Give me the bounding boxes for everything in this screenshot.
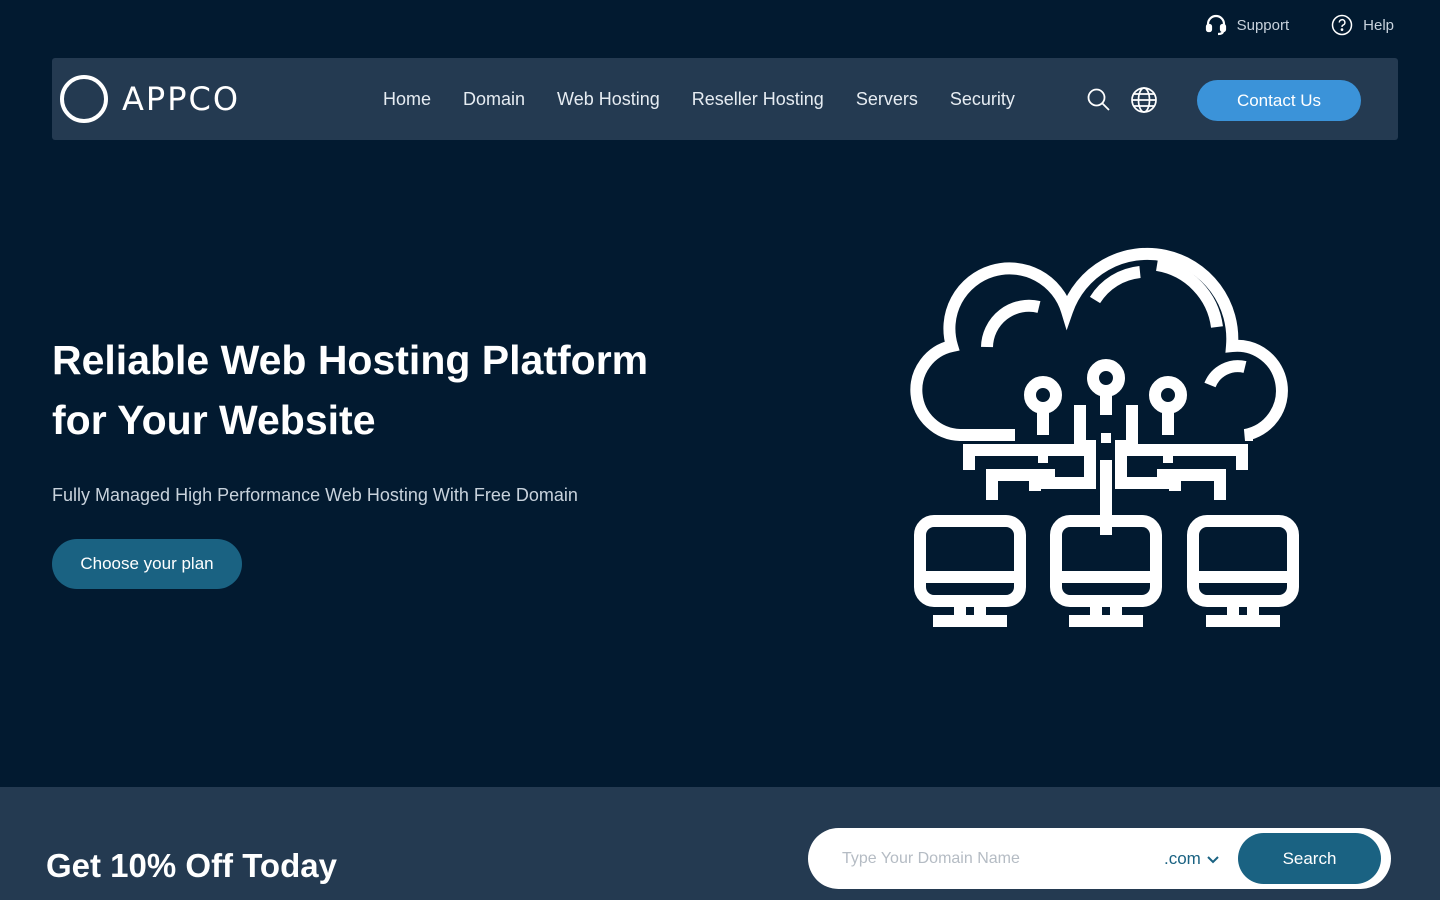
search-icon[interactable] — [1086, 87, 1112, 118]
hero-subtitle: Fully Managed High Performance Web Hosti… — [52, 485, 578, 505]
promo-title: Get 10% Off Today — [46, 847, 337, 884]
choose-plan-button[interactable]: Choose your plan — [52, 539, 242, 589]
question-circle-icon — [1331, 14, 1353, 36]
chevron-down-icon — [1207, 849, 1219, 869]
utility-bar: Support Help — [1205, 14, 1394, 36]
hero-title: Reliable Web Hosting Platform for Your W… — [52, 330, 752, 450]
tld-select[interactable]: .com — [1164, 849, 1219, 869]
logo-ring-icon — [60, 75, 108, 123]
nav-item-home[interactable]: Home — [383, 89, 431, 110]
help-label: Help — [1363, 16, 1394, 34]
nav-item-web-hosting[interactable]: Web Hosting — [557, 89, 660, 110]
domain-search-button[interactable]: Search — [1238, 833, 1381, 884]
logo[interactable]: APPCO — [60, 75, 240, 123]
support-label: Support — [1236, 16, 1290, 34]
hero-title-line-1: Reliable Web Hosting Platform — [52, 337, 649, 383]
hero-title-line-2: for Your Website — [52, 397, 376, 443]
nav-item-domain[interactable]: Domain — [463, 89, 525, 110]
nav-item-reseller-hosting[interactable]: Reseller Hosting — [692, 89, 824, 110]
help-link[interactable]: Help — [1331, 14, 1394, 36]
domain-search-input[interactable] — [842, 843, 1160, 874]
globe-icon[interactable] — [1130, 86, 1158, 119]
contact-us-button[interactable]: Contact Us — [1197, 80, 1361, 121]
tld-selected-value: .com — [1164, 848, 1201, 868]
domain-search-box: .com Search — [808, 828, 1391, 889]
nav-links: Home Domain Web Hosting Reseller Hosting… — [383, 58, 1015, 140]
nav-item-security[interactable]: Security — [950, 89, 1015, 110]
nav-icons — [1086, 86, 1158, 119]
cloud-network-icon — [905, 235, 1305, 640]
logo-text: APPCO — [122, 80, 241, 118]
main-navbar: APPCO Home Domain Web Hosting Reseller H… — [52, 58, 1398, 140]
promo-section: Get 10% Off Today .com Search — [0, 787, 1440, 900]
nav-item-servers[interactable]: Servers — [856, 89, 918, 110]
support-link[interactable]: Support — [1205, 14, 1290, 36]
headset-icon — [1205, 14, 1227, 36]
